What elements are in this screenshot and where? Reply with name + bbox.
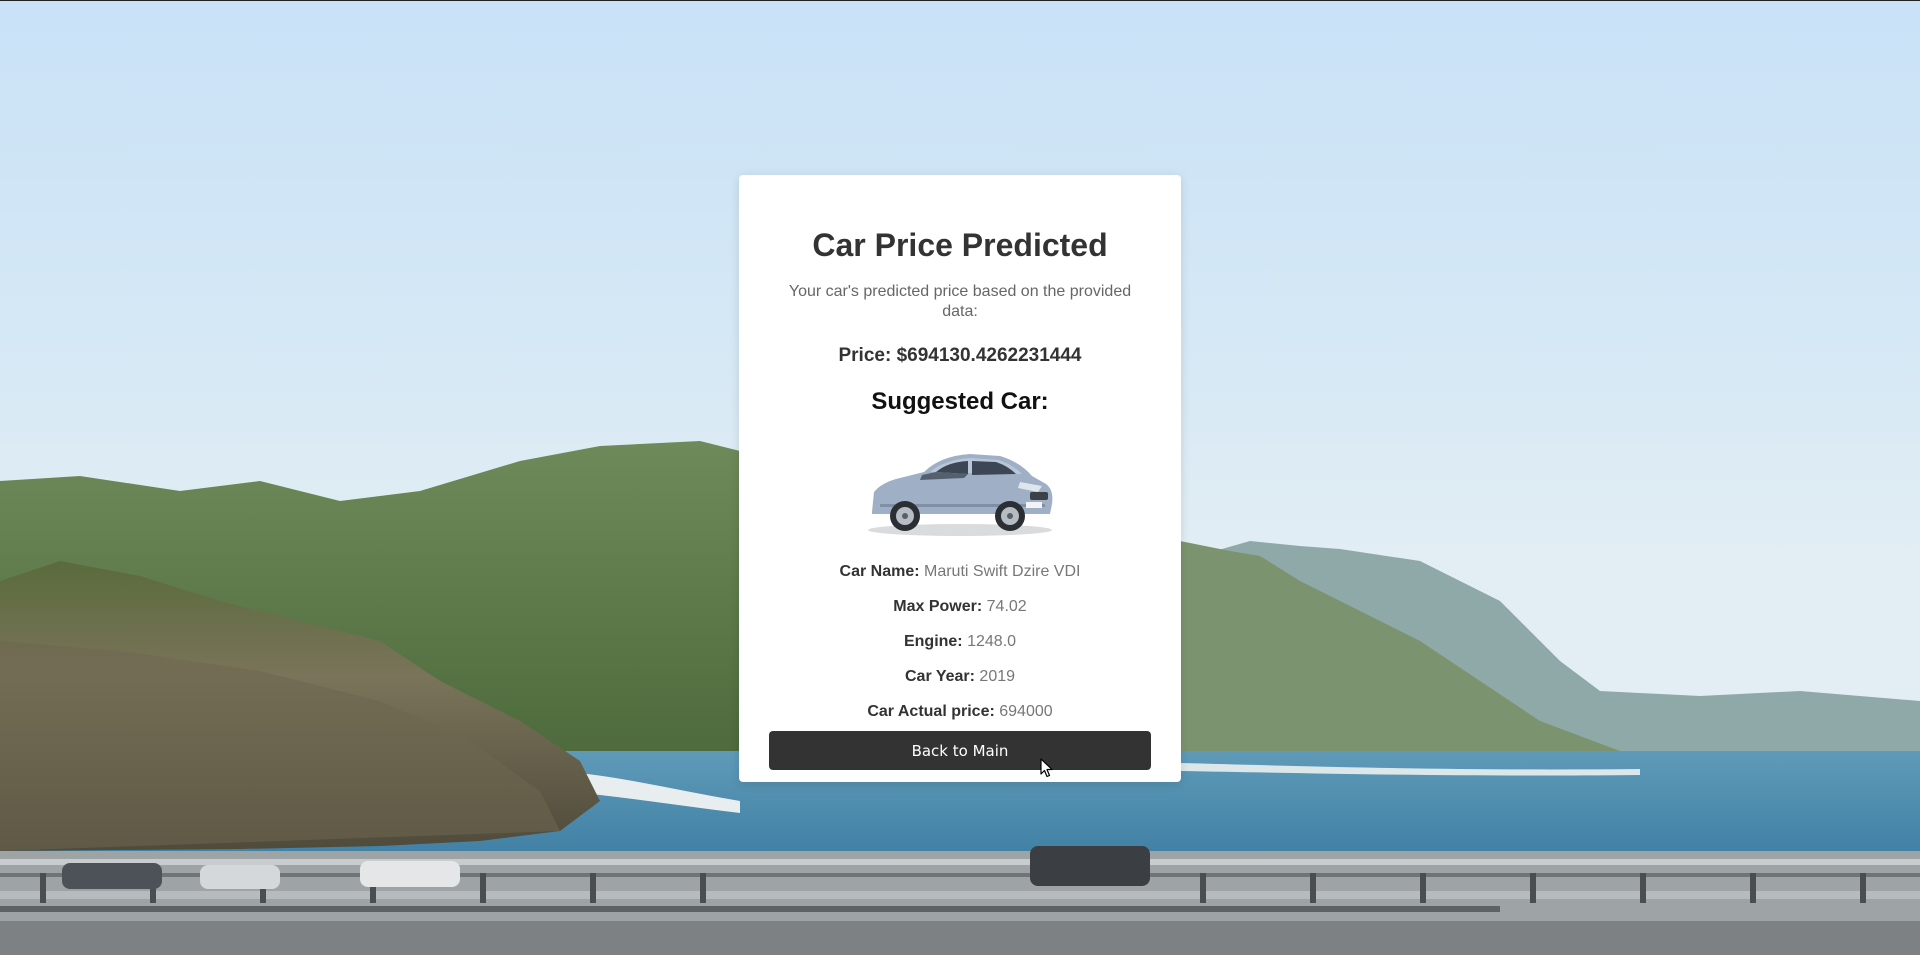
detail-value: 74.02 [986, 598, 1027, 615]
car-details: Car Name: Maruti Swift Dzire VDI Max Pow… [769, 562, 1151, 722]
detail-label: Car Actual price: [867, 703, 995, 720]
detail-value: 1248.0 [967, 633, 1017, 650]
detail-value: Maruti Swift Dzire VDI [924, 563, 1081, 580]
detail-max-power: Max Power: 74.02 [769, 597, 1151, 617]
detail-car-year: Car Year: 2019 [769, 667, 1151, 687]
detail-label: Car Name: [839, 563, 920, 580]
detail-value: 2019 [979, 668, 1016, 685]
result-card: Car Price Predicted Your car's predicted… [739, 175, 1181, 782]
detail-engine: Engine: 1248.0 [769, 632, 1151, 652]
detail-value: 694000 [999, 703, 1053, 720]
detail-label: Engine: [903, 633, 963, 650]
detail-label: Car Year: [904, 668, 975, 685]
detail-car-name: Car Name: Maruti Swift Dzire VDI [769, 562, 1151, 582]
page: Car Price Predicted Your car's predicted… [0, 0, 1920, 955]
detail-actual-price: Car Actual price: 694000 [769, 702, 1151, 722]
predicted-price: Price: $694130.4262231444 [838, 345, 1082, 366]
mouse-pointer-icon [1040, 758, 1054, 783]
detail-label: Max Power: [893, 598, 983, 615]
result-subtitle: Your car's predicted price based on the … [788, 283, 1132, 320]
page-title: Car Price Predicted [812, 227, 1108, 263]
suggested-car-image [860, 442, 1060, 540]
suggested-car-heading: Suggested Car: [871, 388, 1049, 415]
back-to-main-button[interactable]: Back to Main [769, 731, 1151, 770]
